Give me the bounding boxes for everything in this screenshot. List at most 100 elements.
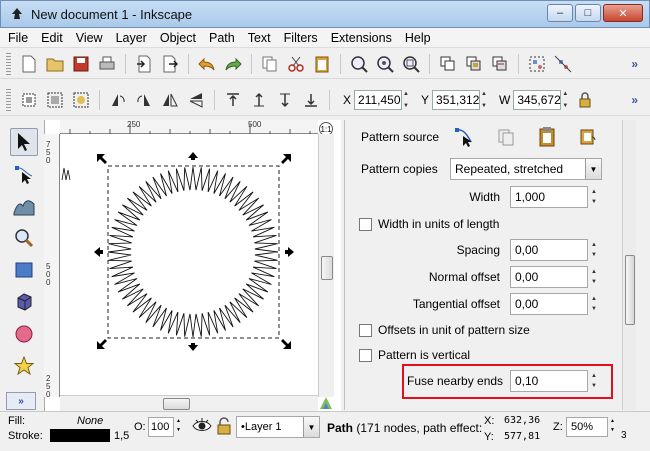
cut-icon[interactable] <box>285 53 307 75</box>
panel-scroll-thumb[interactable] <box>625 255 635 325</box>
paste-icon[interactable] <box>311 53 333 75</box>
maximize-button[interactable]: □ <box>575 4 601 22</box>
import-icon[interactable] <box>133 53 155 75</box>
selector-tool-icon[interactable] <box>10 128 38 156</box>
3d-box-tool-icon[interactable] <box>10 288 38 316</box>
menu-help[interactable]: Help <box>405 31 431 45</box>
select-all-layers-icon[interactable] <box>44 89 66 111</box>
zoom-spinner[interactable]: ▲ ▼ <box>610 417 619 437</box>
copy-path-icon[interactable] <box>492 124 520 150</box>
stroke-swatch[interactable] <box>50 429 110 442</box>
w-spinner[interactable]: ▲ ▼ <box>562 90 572 110</box>
clone-icon[interactable] <box>463 53 485 75</box>
print-icon[interactable] <box>96 53 118 75</box>
paste-path-icon[interactable] <box>533 124 561 150</box>
zoom-drawing-icon[interactable] <box>374 53 396 75</box>
zoom-page-icon[interactable] <box>400 53 422 75</box>
menu-file[interactable]: File <box>8 31 28 45</box>
canvas-vertical-scroll-thumb[interactable] <box>321 256 333 280</box>
duplicate-icon[interactable] <box>437 53 459 75</box>
canvas-horizontal-scrollbar[interactable] <box>60 395 318 411</box>
tweak-tool-icon[interactable] <box>10 192 38 220</box>
palette-icon[interactable] <box>318 395 334 411</box>
new-document-icon[interactable] <box>18 53 40 75</box>
menu-filters[interactable]: Filters <box>284 31 318 45</box>
select-all-icon[interactable] <box>18 89 40 111</box>
star-tool-icon[interactable] <box>10 352 38 380</box>
menu-edit[interactable]: Edit <box>41 31 63 45</box>
menu-object[interactable]: Object <box>160 31 196 45</box>
zoom-selection-icon[interactable] <box>348 53 370 75</box>
lower-to-bottom-icon[interactable] <box>300 89 322 111</box>
width-spinner[interactable]: ▲ ▼ <box>591 186 601 208</box>
flip-horizontal-icon[interactable] <box>159 89 181 111</box>
offsets-units-checkbox[interactable] <box>359 323 372 337</box>
spacing-input[interactable]: 0,00 <box>510 239 588 261</box>
toolbar-more-chevron-icon[interactable]: » <box>631 57 638 71</box>
opacity-spinner[interactable]: ▲ ▼ <box>176 417 185 437</box>
zoom-tool-icon[interactable] <box>10 224 38 252</box>
lock-icon[interactable] <box>574 89 596 111</box>
layer-lock-icon[interactable] <box>216 417 232 438</box>
open-folder-icon[interactable] <box>44 53 66 75</box>
vertical-checkbox-row[interactable]: Pattern is vertical <box>359 348 470 362</box>
tangential-offset-spinner[interactable]: ▲ ▼ <box>591 293 601 315</box>
normal-offset-input[interactable]: 0,00 <box>510 266 588 288</box>
panel-scrollbar[interactable] <box>622 120 636 410</box>
canvas-horizontal-scroll-thumb[interactable] <box>163 398 190 410</box>
stroke-width-value[interactable]: 1,5 <box>114 430 129 442</box>
toolbox-more-chevron-icon[interactable]: » <box>6 392 36 410</box>
y-spinner[interactable]: ▲ ▼ <box>481 90 491 110</box>
link-to-path-icon[interactable] <box>573 124 601 150</box>
x-input[interactable]: 211,450 <box>354 89 403 110</box>
rotate-ccw-icon[interactable] <box>107 89 129 111</box>
menu-extensions[interactable]: Extensions <box>331 31 392 45</box>
menu-path[interactable]: Path <box>209 31 235 45</box>
raise-to-top-icon[interactable] <box>222 89 244 111</box>
layer-dropdown-arrow-icon[interactable]: ▼ <box>303 417 319 437</box>
menu-text[interactable]: Text <box>248 31 271 45</box>
redo-icon[interactable] <box>222 53 244 75</box>
flip-vertical-icon[interactable] <box>185 89 207 111</box>
canvas-vertical-scrollbar[interactable] <box>318 134 334 397</box>
copy-icon[interactable] <box>259 53 281 75</box>
vertical-checkbox[interactable] <box>359 348 372 362</box>
minimize-button[interactable]: – <box>547 4 573 22</box>
save-icon[interactable] <box>70 53 92 75</box>
node-tool-icon[interactable] <box>10 160 38 188</box>
zoom-input[interactable]: 50% <box>566 417 608 437</box>
w-input[interactable]: 345,672 <box>513 89 562 110</box>
x-spinner[interactable]: ▲ ▼ <box>403 90 413 110</box>
deselect-icon[interactable] <box>70 89 92 111</box>
spacing-spinner[interactable]: ▲ ▼ <box>591 239 601 261</box>
rotate-cw-icon[interactable] <box>133 89 155 111</box>
close-button[interactable]: ✕ <box>603 4 643 22</box>
unlink-clone-icon[interactable] <box>489 53 511 75</box>
raise-icon[interactable] <box>248 89 270 111</box>
tangential-offset-input[interactable]: 0,00 <box>510 293 588 315</box>
layer-dropdown[interactable]: •Layer 1 ▼ <box>236 416 320 438</box>
lower-icon[interactable] <box>274 89 296 111</box>
undo-icon[interactable] <box>196 53 218 75</box>
pattern-copies-dropdown[interactable]: Repeated, stretched ▼ <box>450 158 602 180</box>
rectangle-tool-icon[interactable] <box>10 256 38 284</box>
visibility-eye-icon[interactable] <box>192 417 212 438</box>
edit-on-canvas-icon[interactable] <box>450 124 478 150</box>
toolbar-grip[interactable] <box>6 88 11 111</box>
menu-view[interactable]: View <box>76 31 103 45</box>
normal-offset-spinner[interactable]: ▲ ▼ <box>591 266 601 288</box>
toolbar2-more-chevron-icon[interactable]: » <box>631 93 638 107</box>
ungroup-icon[interactable] <box>552 53 574 75</box>
width-units-checkbox[interactable] <box>359 217 372 231</box>
fill-value[interactable]: None <box>77 415 103 427</box>
y-input[interactable]: 351,312 <box>432 89 481 110</box>
scale-handles[interactable] <box>94 152 294 351</box>
width-input[interactable]: 1,000 <box>510 186 588 208</box>
group-icon[interactable] <box>526 53 548 75</box>
circle-pattern-path[interactable] <box>107 166 279 338</box>
dropdown-arrow-icon[interactable]: ▼ <box>585 159 601 179</box>
ellipse-tool-icon[interactable] <box>10 320 38 348</box>
toolbar-grip[interactable] <box>6 52 11 75</box>
export-icon[interactable] <box>159 53 181 75</box>
menu-layer[interactable]: Layer <box>116 31 147 45</box>
